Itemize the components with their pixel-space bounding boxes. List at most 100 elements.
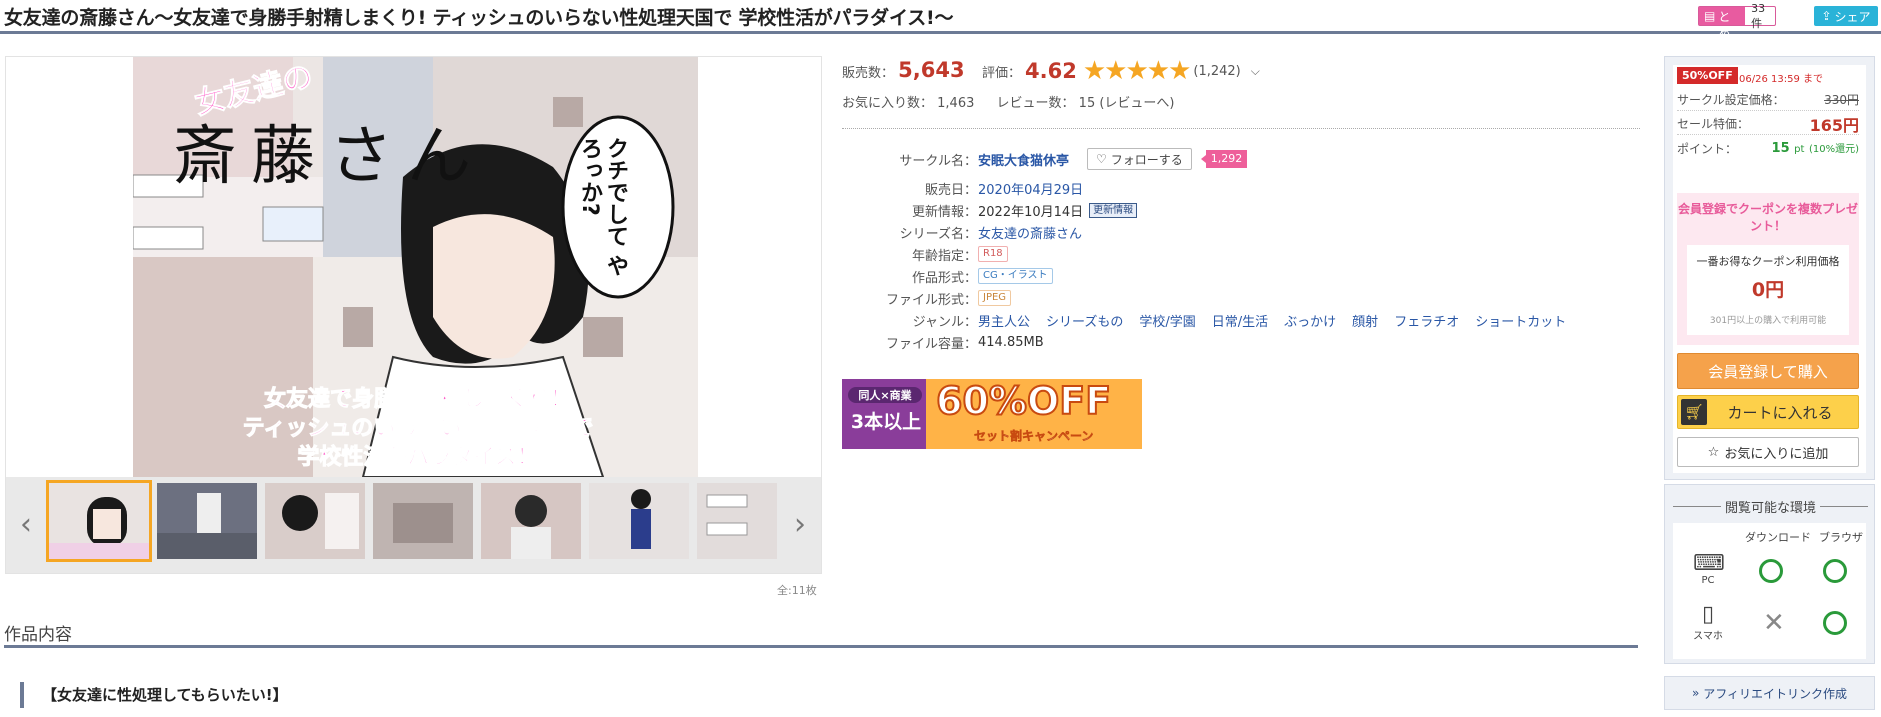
- thumbnail-item[interactable]: [46, 480, 152, 562]
- unavailable-cross-icon: ✕: [1763, 608, 1785, 638]
- thumbnail-item[interactable]: [589, 483, 689, 559]
- smartphone-icon: ▯: [1701, 602, 1715, 627]
- matome-label: まとめ: [1718, 0, 1731, 41]
- add-to-cart-button[interactable]: 🛒︎ カートに入れる: [1677, 395, 1859, 429]
- image-count: 全:11枚: [777, 584, 817, 597]
- banner-big: 60%OFF: [935, 379, 1112, 424]
- cover-tagline-3: 学校性活がパラダイス！: [297, 445, 539, 471]
- coupon-label: 一番お得なクーポン利用価格: [1696, 255, 1840, 268]
- sales-label: 販売数：: [842, 66, 895, 81]
- banner-line2: 3本以上: [850, 411, 922, 433]
- section-title: 作品内容: [4, 625, 72, 645]
- bookmark-icon: ▤: [1704, 9, 1716, 23]
- share-icon: ⇪: [1821, 9, 1832, 23]
- chevron-right-icon: ›: [794, 507, 806, 542]
- series-link[interactable]: 女友達の斎藤さん: [978, 223, 1082, 242]
- coupon-promo[interactable]: 会員登録でクーポンを複数プレゼント！: [1677, 201, 1859, 235]
- chevron-down-icon[interactable]: ⌵: [1251, 64, 1260, 79]
- campaign-banner[interactable]: 同人×商業 3本以上 60%OFF セット割キャンペーン: [842, 379, 1142, 449]
- list-price: 330円: [1824, 93, 1859, 107]
- title-bar: 女友達の斎藤さん～女友達で身勝手射精しまくり! ティッシュのいらない性処理天国で…: [0, 0, 1881, 41]
- spec-row-circle: サークル名： 安眠大食猫休亭 ♡ フォローする 1,292: [842, 146, 1642, 172]
- format-badge[interactable]: CG・イラスト: [978, 268, 1053, 284]
- laptop-icon: ⌨: [1693, 551, 1725, 576]
- release-date-link[interactable]: 2020年04月29日: [978, 179, 1083, 198]
- genre-link[interactable]: 男主人公: [978, 311, 1030, 330]
- spec-row-format: 作品形式： CG・イラスト: [842, 266, 1642, 286]
- thumbnail-prev-button[interactable]: ‹: [14, 507, 38, 543]
- register-and-buy-button[interactable]: 会員登録して購入: [1677, 353, 1859, 389]
- chevron-left-icon: ‹: [20, 507, 32, 542]
- thumbnail-item[interactable]: [373, 483, 473, 559]
- spec-row-series: シリーズ名： 女友達の斎藤さん: [842, 222, 1642, 242]
- banner-line1: 同人×商業: [848, 387, 922, 403]
- col-browser: ブラウザ: [1819, 531, 1863, 544]
- matome-count: 33件: [1751, 1, 1766, 30]
- list-price-row: サークル設定価格： 330円: [1677, 89, 1859, 111]
- rating-label: 評価：: [982, 65, 1022, 81]
- age-badge[interactable]: R18: [978, 246, 1008, 262]
- rating-stars: ★★★★★: [1082, 56, 1192, 86]
- share-label: シェア: [1834, 9, 1871, 24]
- thumbnail-item[interactable]: [697, 483, 777, 559]
- row-pc: PC: [1701, 575, 1715, 586]
- heart-icon: ♡: [1096, 152, 1107, 166]
- coupon-amount: 0円: [1751, 279, 1785, 301]
- main-cover-image[interactable]: 女友達の 斎藤さん クチでして やろっか? 女友達で身勝手射精しまくり！ ティッ…: [133, 57, 698, 477]
- genre-link[interactable]: 日常/生活: [1212, 311, 1268, 330]
- share-button[interactable]: ⇪ シェア: [1814, 6, 1878, 26]
- spec-row-filetype: ファイル形式： JPEG: [842, 288, 1642, 308]
- spec-row-filesize: ファイル容量： 414.85MB: [885, 334, 1044, 352]
- sales-value: 5,643: [898, 58, 965, 82]
- rating-count[interactable]: (1,242): [1193, 64, 1240, 79]
- genre-link[interactable]: シリーズもの: [1046, 311, 1123, 330]
- follow-button[interactable]: ♡ フォローする: [1087, 148, 1192, 170]
- available-circle-icon: [1823, 611, 1847, 635]
- spec-row-age: 年齢指定： R18: [842, 244, 1642, 264]
- genre-link[interactable]: ショートカット: [1475, 311, 1566, 330]
- filetype-badge[interactable]: JPEG: [978, 290, 1012, 306]
- discount-badge: 50%OFF: [1677, 67, 1738, 84]
- genre-link[interactable]: 顔射: [1352, 311, 1378, 330]
- reviews-link[interactable]: 15 (レビューへ): [1079, 96, 1175, 111]
- rating-value: 4.62: [1025, 59, 1077, 83]
- col-download: ダウンロード: [1745, 531, 1811, 544]
- filesize-value: 414.85MB: [978, 334, 1044, 350]
- cart-icon: 🛒︎: [1681, 399, 1707, 425]
- thumbnail-item[interactable]: [265, 483, 365, 559]
- banner-sub: セット割キャンペーン: [974, 429, 1094, 444]
- genre-link[interactable]: フェラチオ: [1394, 311, 1459, 330]
- available-circle-icon: [1823, 559, 1847, 583]
- environment-panel: 閲覧可能な環境 ダウンロード ブラウザ ⌨ PC ▯ スマホ ✕: [1664, 484, 1875, 664]
- environment-title: 閲覧可能な環境: [1665, 497, 1876, 516]
- cover-speech: クチでして やろっか?: [577, 137, 628, 277]
- sale-end-date: 06/26 13:59 まで: [1739, 74, 1823, 85]
- thumbnail-item[interactable]: [157, 483, 257, 559]
- matome-button[interactable]: ▤ まとめ 33件: [1698, 0, 1776, 41]
- thumbnail-item[interactable]: [481, 483, 581, 559]
- point-value: 15: [1771, 141, 1790, 156]
- divider: [4, 645, 1638, 648]
- affiliate-link-button[interactable]: » アフィリエイトリンク作成: [1664, 676, 1875, 710]
- reviews-label: レビュー数：: [996, 96, 1075, 111]
- point-row: ポイント： 15 pt (10%還元): [1677, 141, 1859, 156]
- spec-row-release: 販売日： 2020年04月29日: [842, 178, 1642, 198]
- page-title: 女友達の斎藤さん～女友達で身勝手射精しまくり! ティッシュのいらない性処理天国で…: [4, 7, 954, 29]
- thumbnail-strip: ‹ ›: [6, 477, 821, 573]
- update-date: 2022年10月14日: [978, 204, 1084, 220]
- favorites-value: 1,463: [937, 96, 975, 111]
- update-info-tag[interactable]: 更新情報: [1089, 202, 1138, 218]
- content-subheading: 【女友達に性処理してもらいたい!】: [20, 682, 288, 708]
- cover-logo-big: 斎藤さん: [173, 120, 485, 194]
- circle-link[interactable]: 安眠大食猫休亭: [978, 150, 1069, 169]
- sale-price: 165円: [1809, 115, 1859, 135]
- genre-link[interactable]: ぶっかけ: [1284, 311, 1336, 330]
- genre-link[interactable]: 学校/学園: [1139, 311, 1195, 330]
- add-to-favorites-button[interactable]: ☆ お気に入りに追加: [1677, 437, 1859, 467]
- cover-tagline-1: 女友達で身勝手射精しまくり！: [263, 387, 572, 413]
- purchase-panel: 50%OFF 06/26 13:59 まで サークル設定価格： 330円 セール…: [1664, 56, 1875, 480]
- divider: [842, 128, 1640, 129]
- follow-count: 1,292: [1200, 150, 1248, 168]
- double-chevron-right-icon: »: [1691, 686, 1700, 700]
- thumbnail-next-button[interactable]: ›: [788, 507, 812, 543]
